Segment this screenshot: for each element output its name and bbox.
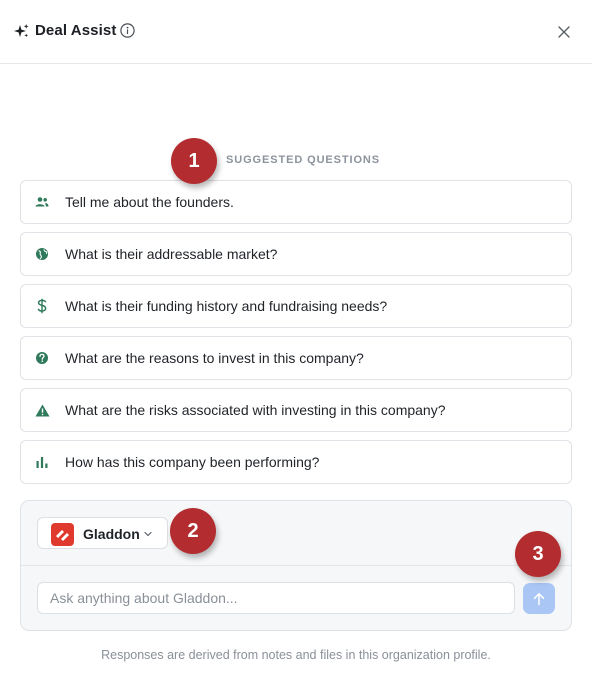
bar-chart-icon: [34, 454, 50, 470]
suggested-question-text: What is their addressable market?: [65, 246, 278, 262]
suggested-questions-label: SUGGESTED QUESTIONS: [226, 154, 381, 166]
suggested-question-founders[interactable]: Tell me about the founders.: [20, 180, 572, 224]
compose-divider: [21, 565, 571, 566]
suggested-question-performance[interactable]: How has this company been performing?: [20, 440, 572, 484]
suggested-questions-list: Tell me about the founders. What is thei…: [20, 180, 572, 492]
close-button[interactable]: [553, 21, 575, 43]
people-icon: [34, 194, 50, 210]
annotation-badge-1: 1: [171, 138, 217, 184]
suggested-question-text: What are the risks associated with inves…: [65, 402, 446, 418]
sparkle-icon: [14, 24, 29, 38]
annotation-badge-2: 2: [170, 508, 216, 554]
footer-note: Responses are derived from notes and fil…: [101, 648, 491, 662]
suggested-question-funding[interactable]: What is their funding history and fundra…: [20, 284, 572, 328]
question-circle-icon: [34, 350, 50, 366]
suggested-question-text: How has this company been performing?: [65, 454, 320, 470]
suggested-question-reasons[interactable]: What are the reasons to invest in this c…: [20, 336, 572, 380]
ask-input[interactable]: [37, 582, 515, 614]
annotation-badge-3: 3: [515, 531, 561, 577]
send-button[interactable]: [523, 583, 555, 614]
info-icon[interactable]: [120, 23, 135, 38]
close-icon: [558, 26, 570, 38]
globe-icon: [34, 246, 50, 262]
org-logo: [51, 523, 74, 546]
suggested-question-risks[interactable]: What are the risks associated with inves…: [20, 388, 572, 432]
compose-panel: Gladdon: [20, 500, 572, 631]
org-name: Gladdon: [83, 526, 140, 542]
dollar-icon: [34, 298, 50, 314]
suggested-question-market[interactable]: What is their addressable market?: [20, 232, 572, 276]
chevron-down-icon: [144, 531, 152, 537]
warning-triangle-icon: [34, 402, 50, 418]
suggested-question-text: What are the reasons to invest in this c…: [65, 350, 364, 366]
panel-title: Deal Assist: [35, 22, 117, 39]
suggested-question-text: What is their funding history and fundra…: [65, 298, 388, 314]
panel-header: Deal Assist: [0, 0, 592, 64]
arrow-up-icon: [533, 592, 545, 605]
organization-selector[interactable]: Gladdon: [37, 517, 168, 549]
suggested-question-text: Tell me about the founders.: [65, 194, 234, 210]
